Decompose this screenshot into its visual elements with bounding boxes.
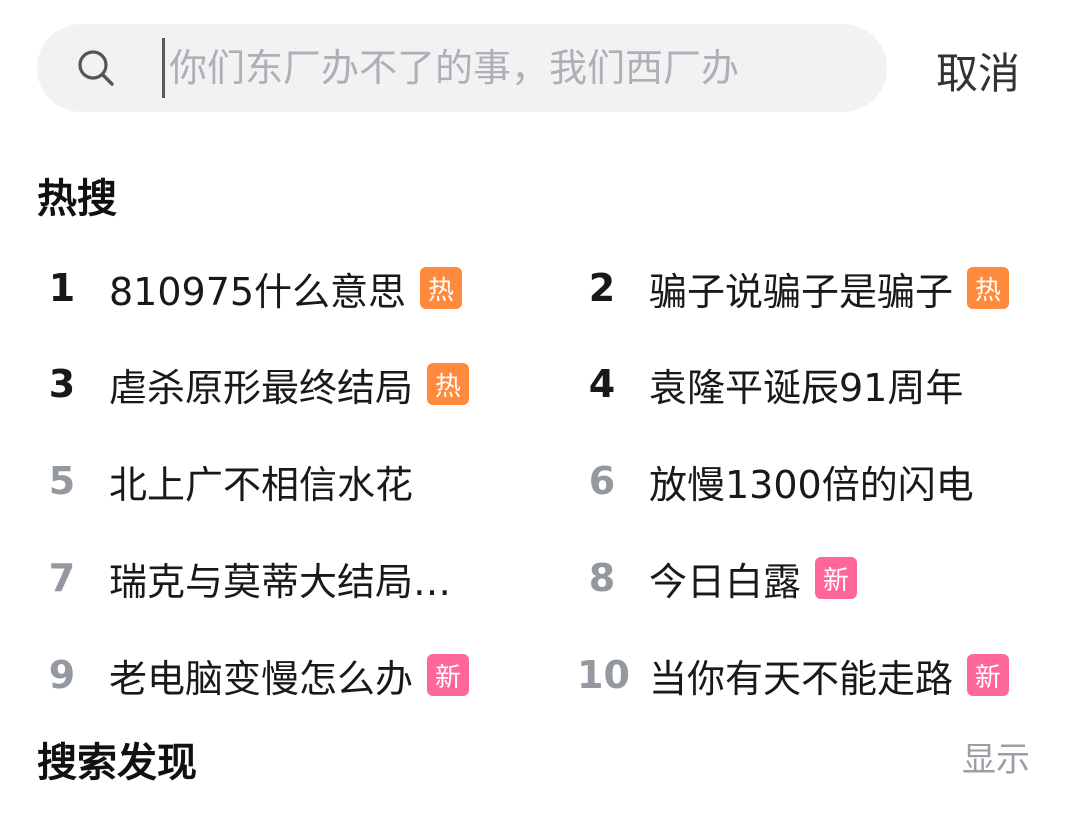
rank-number: 2 (588, 266, 616, 310)
hot-item-8[interactable]: 8 今日白露 新 (577, 548, 858, 608)
hot-badge: 热 (420, 267, 463, 309)
rank-number: 10 (577, 653, 630, 697)
hot-item-title: 老电脑变慢怎么办 (109, 656, 414, 701)
rank-number: 7 (48, 556, 76, 600)
new-badge: 新 (815, 557, 858, 599)
hot-item-2[interactable]: 2 骗子说骗子是骗子 热 (577, 258, 1010, 318)
show-toggle-button[interactable]: 显示 (962, 732, 1030, 781)
hot-item-title: 放慢1300倍的闪电 (649, 462, 974, 507)
hot-item-title: 当你有天不能走路 (649, 656, 954, 701)
new-badge: 新 (427, 654, 470, 696)
hot-item-title: 袁隆平诞辰91周年 (649, 365, 964, 410)
hot-item-4[interactable]: 4 袁隆平诞辰91周年 (577, 354, 964, 414)
hot-item-3[interactable]: 3 虐杀原形最终结局 热 (37, 354, 470, 414)
cancel-button[interactable]: 取消 (936, 40, 1020, 101)
hot-item-6[interactable]: 6 放慢1300倍的闪电 (577, 451, 974, 511)
search-input[interactable] (162, 38, 869, 98)
rank-number: 6 (588, 459, 616, 503)
hot-item-title: 骗子说骗子是骗子 (649, 269, 954, 314)
new-badge: 新 (967, 654, 1010, 696)
search-discover-title: 搜索发现 (37, 740, 197, 786)
hot-item-5[interactable]: 5 北上广不相信水花 (37, 451, 413, 511)
hot-item-title: 瑞克与莫蒂大结局… (109, 559, 452, 604)
rank-number: 8 (588, 556, 616, 600)
rank-number: 9 (48, 653, 76, 697)
hot-item-10[interactable]: 10 当你有天不能走路 新 (577, 645, 1010, 705)
hot-item-title: 今日白露 (649, 559, 802, 604)
search-icon (78, 50, 114, 86)
rank-number: 1 (48, 266, 76, 310)
hot-item-title: 北上广不相信水花 (109, 462, 414, 507)
hot-badge: 热 (427, 363, 470, 405)
hot-item-title: 810975什么意思 (109, 269, 407, 314)
hot-item-7[interactable]: 7 瑞克与莫蒂大结局… (37, 548, 451, 608)
rank-number: 3 (48, 362, 76, 406)
hot-item-1[interactable]: 1 810975什么意思 热 (37, 258, 463, 318)
rank-number: 4 (588, 362, 616, 406)
hot-search-title: 热搜 (37, 176, 117, 222)
hot-item-title: 虐杀原形最终结局 (109, 365, 414, 410)
hot-badge: 热 (967, 267, 1010, 309)
rank-number: 5 (48, 459, 76, 503)
search-page: 取消 热搜 1 810975什么意思 热 2 骗子说骗子是骗子 热 3 虐杀原形… (0, 0, 1080, 840)
hot-item-9[interactable]: 9 老电脑变慢怎么办 新 (37, 645, 470, 705)
